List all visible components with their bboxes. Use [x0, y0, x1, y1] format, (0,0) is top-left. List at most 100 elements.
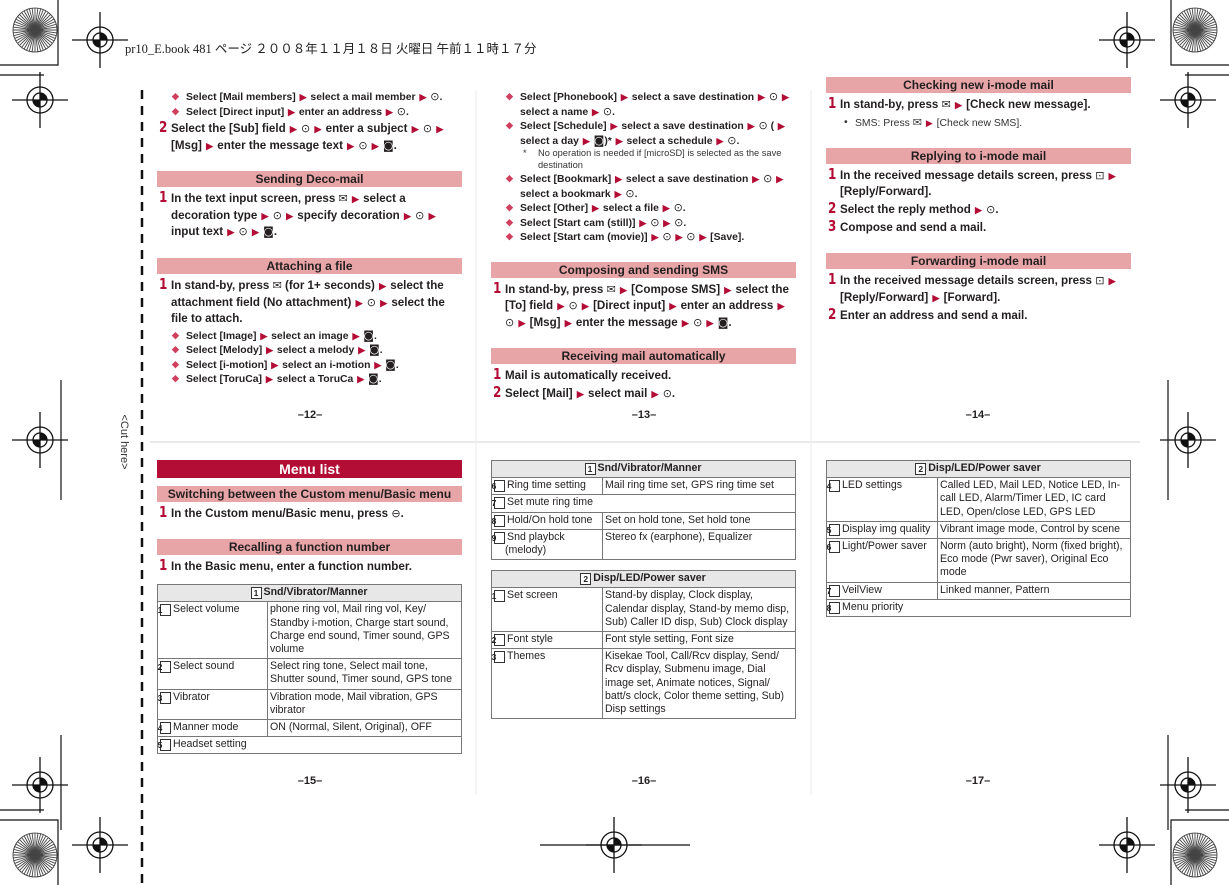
arrow-right-icon: ▶ — [610, 121, 618, 131]
center-key-icon: ⊙ — [272, 208, 282, 222]
table-row: 6 Light/Power saver Norm (auto bright), No… — [826, 538, 1131, 583]
step-number: 1 — [828, 164, 837, 183]
menu-number-icon: 8 — [827, 601, 840, 614]
arrow-right-icon: ▶ — [260, 330, 268, 341]
menu-list-title: Menu list — [157, 460, 462, 478]
procedure-step: 1 In the text input screen, press ✉ ▶ sel… — [157, 190, 462, 241]
arrow-right-icon: ▶ — [411, 124, 419, 134]
table-row: 6 Ring time setting Mail ring time set, GP… — [491, 477, 796, 496]
diamond-bullet-icon: ◆ — [172, 105, 179, 116]
step-number: 1 — [828, 94, 837, 112]
bullet-text: Select [Phonebook] ▶ select a save desti… — [520, 90, 789, 118]
menu-item-label: Light/Power saver — [842, 540, 927, 553]
menu-item-cell: 4 Manner mode — [157, 719, 268, 738]
arrow-right-icon: ▶ — [699, 232, 707, 242]
option-bullet: ◆ Select [Melody] ▶ select a melody ▶ ◙. — [157, 343, 462, 358]
option-bullet: ◆ Select [ToruCa] ▶ select a ToruCa ▶ ◙. — [157, 372, 462, 387]
bullet-text: Select [Other] ▶ select a file ▶ ⊙. — [520, 201, 686, 214]
menu-item-options: Stand-by display, Clock display, Calenda… — [602, 587, 796, 633]
menu-item-label: Snd playbck (melody) — [505, 530, 565, 557]
menu-item-label: Set screen — [507, 589, 558, 602]
page-15-column: Menu list Switching between the Custom me… — [157, 460, 462, 755]
menu-number-icon: 9 — [492, 531, 505, 544]
page-12-column: ◆ Select [Mail members] ▶ select a mail m… — [157, 90, 462, 387]
arrow-right-icon: ▶ — [357, 374, 365, 385]
arrow-right-icon: ▶ — [776, 174, 784, 184]
menu-number-icon: 4 — [827, 480, 840, 493]
dot-bullet-icon: • — [844, 116, 848, 128]
table-title-text: Disp/LED/Power saver — [928, 462, 1041, 474]
menu-item-cell: 1 Select volume — [157, 601, 268, 660]
dot-bullet: • SMS: Press ✉ ▶ [Check new SMS]. — [826, 116, 1131, 131]
arrow-right-icon: ▶ — [289, 124, 297, 134]
menu-item-options: ON (Normal, Silent, Original), OFF — [267, 719, 462, 738]
step-number: 2 — [159, 118, 168, 136]
registration-mark-icon — [586, 817, 642, 873]
arrow-right-icon: ▶ — [747, 121, 755, 131]
step-number: 1 — [159, 555, 168, 574]
procedure-step: 1 In the received message details screen,… — [826, 271, 1131, 306]
arrow-right-icon: ▶ — [777, 121, 785, 131]
procedure-step: 2 Select the [Sub] field ▶ ⊙ ▶ enter a su… — [157, 118, 462, 154]
page-16-column: 1 Snd/Vibrator/Manner 6 Ring time setting Ma… — [491, 459, 796, 720]
color-target-icon — [1172, 7, 1218, 53]
center-key-icon: ⊙ — [674, 215, 684, 229]
procedure-step: 2 Enter an address and send a mail. — [826, 307, 1131, 324]
mail-key-icon: ✉ — [272, 278, 282, 292]
menu-number-icon: 2 — [915, 463, 927, 475]
arrow-right-icon: ▶ — [286, 210, 294, 221]
step-text: Select the reply method ▶ ⊙. — [840, 202, 999, 216]
arrow-right-icon: ▶ — [252, 227, 259, 238]
diamond-bullet-icon: ◆ — [506, 231, 513, 241]
arrow-right-icon: ▶ — [518, 317, 526, 328]
menu-item-options: Font style setting, Font size — [602, 631, 796, 650]
footnote-mark: * — [523, 148, 527, 158]
step-text: In stand-by, press ✉ ▶ [Compose SMS] ▶ s… — [505, 282, 789, 329]
registration-mark-icon — [12, 412, 68, 468]
page-14-column: Checking new i-mode mail 1 In stand-by, pr… — [826, 77, 1131, 326]
option-bullet: ◆ Select [Schedule] ▶ select a save desti… — [491, 119, 796, 148]
menu-number-icon: 8 — [492, 514, 505, 527]
menu-item-label: Headset setting — [173, 738, 247, 751]
arrow-right-icon: ▶ — [385, 106, 393, 117]
cut-here-label: <Cut here> — [118, 414, 130, 470]
table-header-row: 1 Snd/Vibrator/Manner — [157, 584, 462, 603]
table-row: 4 Manner mode ON (Normal, Silent, Original… — [157, 719, 462, 738]
step-number: 1 — [493, 365, 502, 384]
arrow-right-icon: ▶ — [206, 140, 214, 151]
menu-item-label: Themes — [507, 650, 546, 663]
bullet-text: Select [Bookmark] ▶ select a save destin… — [520, 172, 784, 200]
arrow-right-icon: ▶ — [651, 388, 659, 399]
step-text: Mail is automatically received. — [505, 369, 672, 383]
bullet-text: Select [Start cam (movie)] ▶ ⊙ ▶ ⊙ ▶ [Sa… — [520, 230, 745, 243]
section-header: Receiving mail automatically — [491, 348, 796, 365]
table-title: 2 Disp/LED/Power saver — [826, 459, 1131, 479]
menu-item-cell: 7 Set mute ring time — [491, 494, 796, 513]
arrow-right-icon: ▶ — [925, 117, 933, 128]
arrow-right-icon: ▶ — [436, 124, 444, 134]
menu-table: 2 Disp/LED/Power saver 1 Set screen Stand-by… — [491, 570, 796, 720]
procedure-step: 1 In the Custom menu/Basic menu, press ⊖. — [157, 504, 462, 522]
registration-mark-icon — [72, 817, 128, 873]
arrow-right-icon: ▶ — [288, 106, 295, 117]
page-number: –12– — [297, 409, 323, 421]
procedure-step: 1 Mail is automatically received. — [491, 365, 796, 384]
arrow-right-icon: ▶ — [592, 203, 599, 213]
diamond-bullet-icon: ◆ — [172, 91, 179, 101]
arrow-right-icon: ▶ — [352, 330, 360, 341]
menu-item-cell: 1 Set screen — [491, 587, 603, 633]
arrow-right-icon: ▶ — [380, 297, 388, 308]
table-row: 3 Vibrator Vibration mode, Mail vibration,… — [157, 688, 462, 721]
menu-item-cell: 3 Themes — [491, 648, 603, 720]
arrow-right-icon: ▶ — [675, 232, 683, 242]
step-number: 1 — [159, 274, 168, 293]
page-number: –13– — [631, 409, 657, 421]
table-row: 8 Menu priority — [826, 598, 1131, 618]
step-text: In stand-by, press ✉ ▶ [Check new messag… — [840, 98, 1091, 111]
arrow-right-icon: ▶ — [227, 227, 235, 238]
menu-item-cell: 6 Ring time setting — [491, 477, 603, 496]
option-bullet: ◆ Select [Phonebook] ▶ select a save dest… — [491, 90, 796, 119]
i-mode-key-icon: ◙ — [369, 343, 380, 357]
menu-number-icon: 7 — [827, 584, 840, 597]
menu-item-label: Ring time setting — [507, 479, 586, 492]
